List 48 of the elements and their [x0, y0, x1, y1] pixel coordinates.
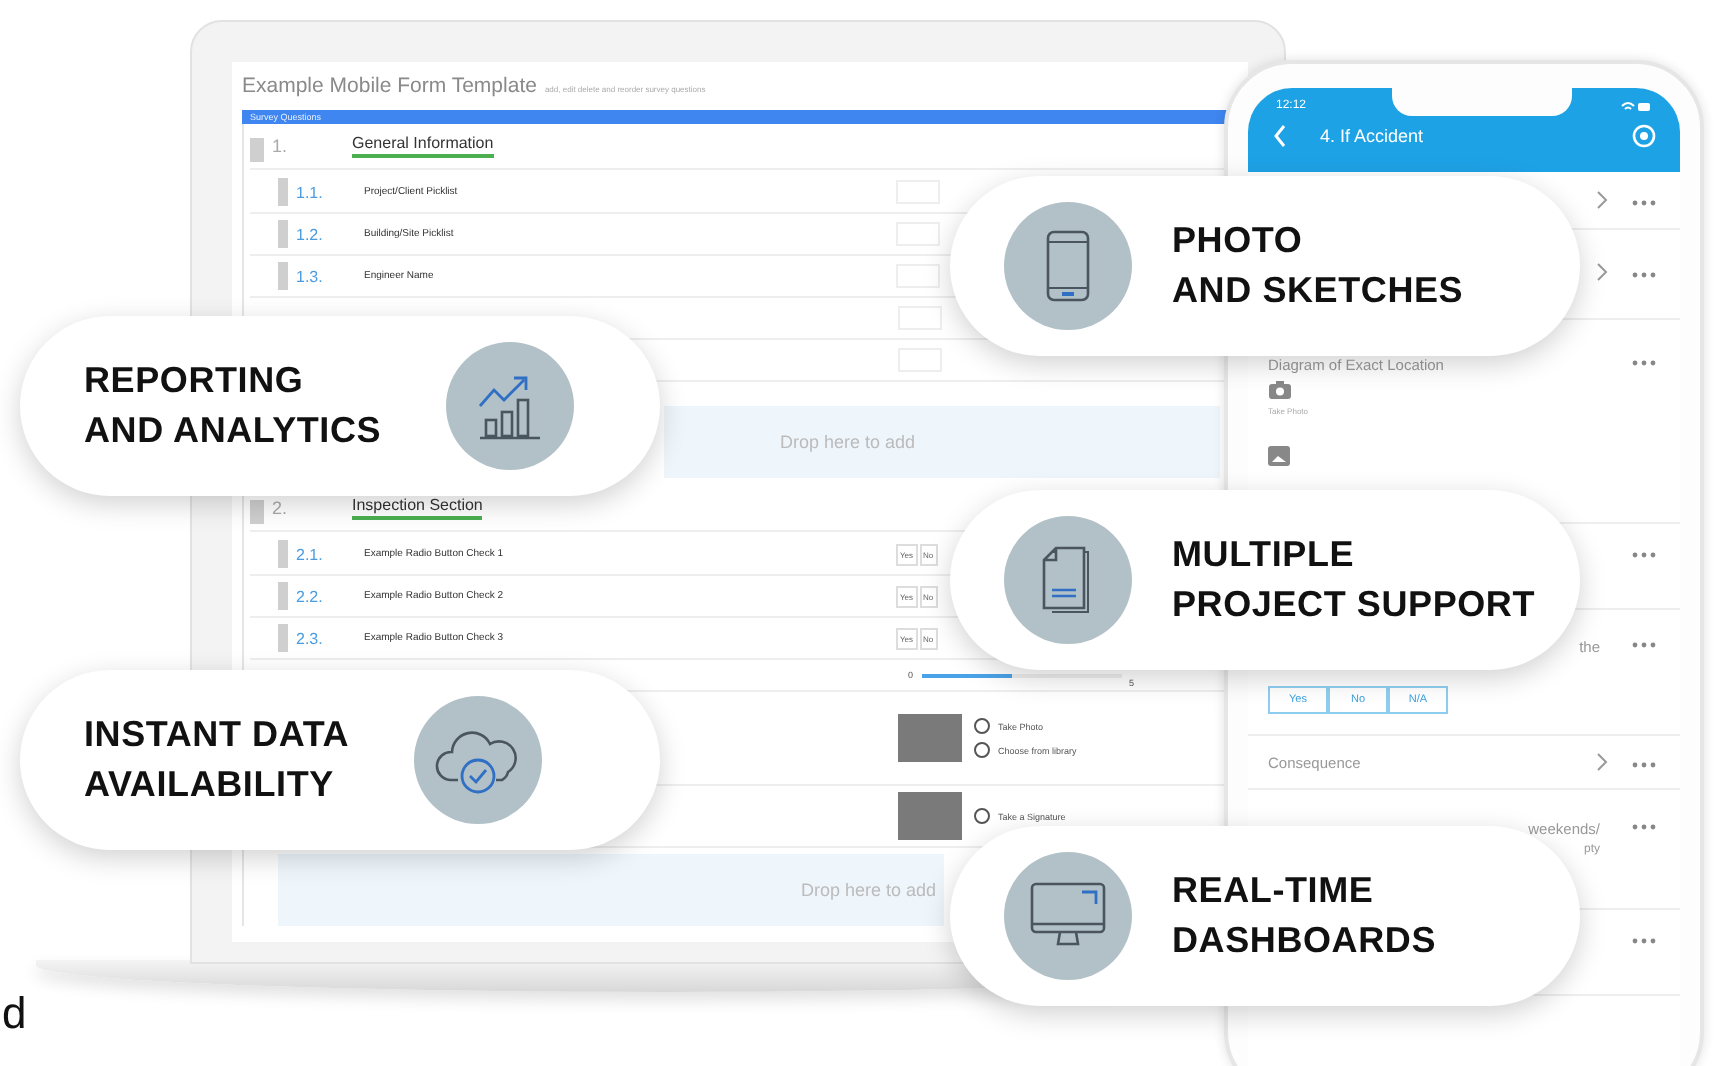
chevron-icon[interactable] — [1596, 262, 1608, 282]
drag-handle[interactable] — [278, 540, 288, 568]
chevron-icon[interactable] — [1596, 190, 1608, 210]
more-icon[interactable] — [1632, 761, 1656, 767]
camera-icon[interactable] — [1268, 380, 1292, 400]
question-number: 1.2. — [294, 225, 325, 243]
drag-handle[interactable] — [278, 178, 288, 206]
more-icon[interactable] — [1632, 552, 1656, 558]
more-icon[interactable] — [1632, 199, 1656, 205]
drag-handle[interactable] — [278, 624, 288, 652]
monitor-icon — [1030, 882, 1106, 950]
image-placeholder — [898, 792, 962, 840]
more-icon[interactable] — [1632, 642, 1656, 648]
drag-handle[interactable] — [250, 138, 264, 162]
action-icon[interactable] — [974, 808, 990, 824]
question-number: 2.1. — [294, 545, 325, 563]
target-icon[interactable] — [1632, 124, 1656, 148]
wifi-icon — [1620, 100, 1652, 114]
form-title: Example Mobile Form Template — [242, 74, 537, 98]
growth-chart-icon — [473, 372, 546, 440]
feature-label: MULTIPLE PROJECT SUPPORT — [1172, 532, 1536, 628]
smartphone-icon — [1046, 230, 1090, 302]
section-number: 2. — [270, 498, 290, 518]
feature-label: REAL-TIME DASHBOARDS — [1172, 868, 1437, 964]
cut-text: d — [2, 988, 27, 1040]
input-field[interactable] — [896, 264, 940, 288]
question-number: 2.2. — [294, 587, 325, 605]
question-number: 1.1. — [294, 183, 325, 201]
more-icon[interactable] — [1632, 824, 1656, 830]
image-placeholder — [898, 714, 962, 762]
drag-handle[interactable] — [278, 262, 288, 290]
feature-label: REPORTING AND ANALYTICS — [84, 358, 382, 454]
section-title: General Information — [352, 134, 494, 158]
screen-title: 4. If Accident — [1320, 126, 1424, 146]
question-number: 2.3. — [294, 629, 325, 647]
question-number: 1.3. — [294, 267, 325, 285]
more-icon[interactable] — [1632, 938, 1656, 944]
drag-handle[interactable] — [250, 500, 264, 524]
drag-handle[interactable] — [278, 582, 288, 610]
chevron-icon[interactable] — [1596, 752, 1608, 772]
section-number: 1. — [270, 136, 290, 156]
more-icon[interactable] — [1632, 271, 1656, 277]
image-icon[interactable] — [1268, 446, 1290, 466]
feature-label: PHOTO AND SKETCHES — [1172, 218, 1464, 314]
more-icon[interactable] — [1632, 360, 1656, 366]
drag-handle[interactable] — [278, 220, 288, 248]
feature-label: INSTANT DATA AVAILABILITY — [84, 712, 350, 808]
back-icon[interactable] — [1272, 124, 1288, 148]
